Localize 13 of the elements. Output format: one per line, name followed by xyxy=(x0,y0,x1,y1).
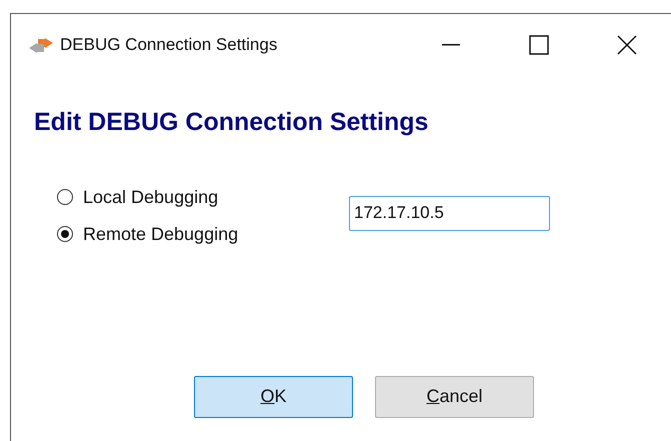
dialog-button[interactable]: OK xyxy=(194,376,353,418)
arrows-icon xyxy=(28,36,54,54)
radio-button[interactable] xyxy=(57,226,73,242)
radio-label: Remote Debugging xyxy=(83,222,238,246)
dialog-heading: Edit DEBUG Connection Settings xyxy=(34,107,430,138)
minimize-icon xyxy=(442,44,460,46)
address-field[interactable]: 172.17.10.5 xyxy=(349,196,550,230)
window-title: DEBUG Connection Settings xyxy=(60,34,278,56)
radio-label: Local Debugging xyxy=(83,186,218,209)
dialog-button[interactable]: Cancel xyxy=(375,376,534,418)
radio-button[interactable] xyxy=(57,189,73,205)
close-icon xyxy=(617,35,637,55)
maximize-icon xyxy=(529,35,549,55)
